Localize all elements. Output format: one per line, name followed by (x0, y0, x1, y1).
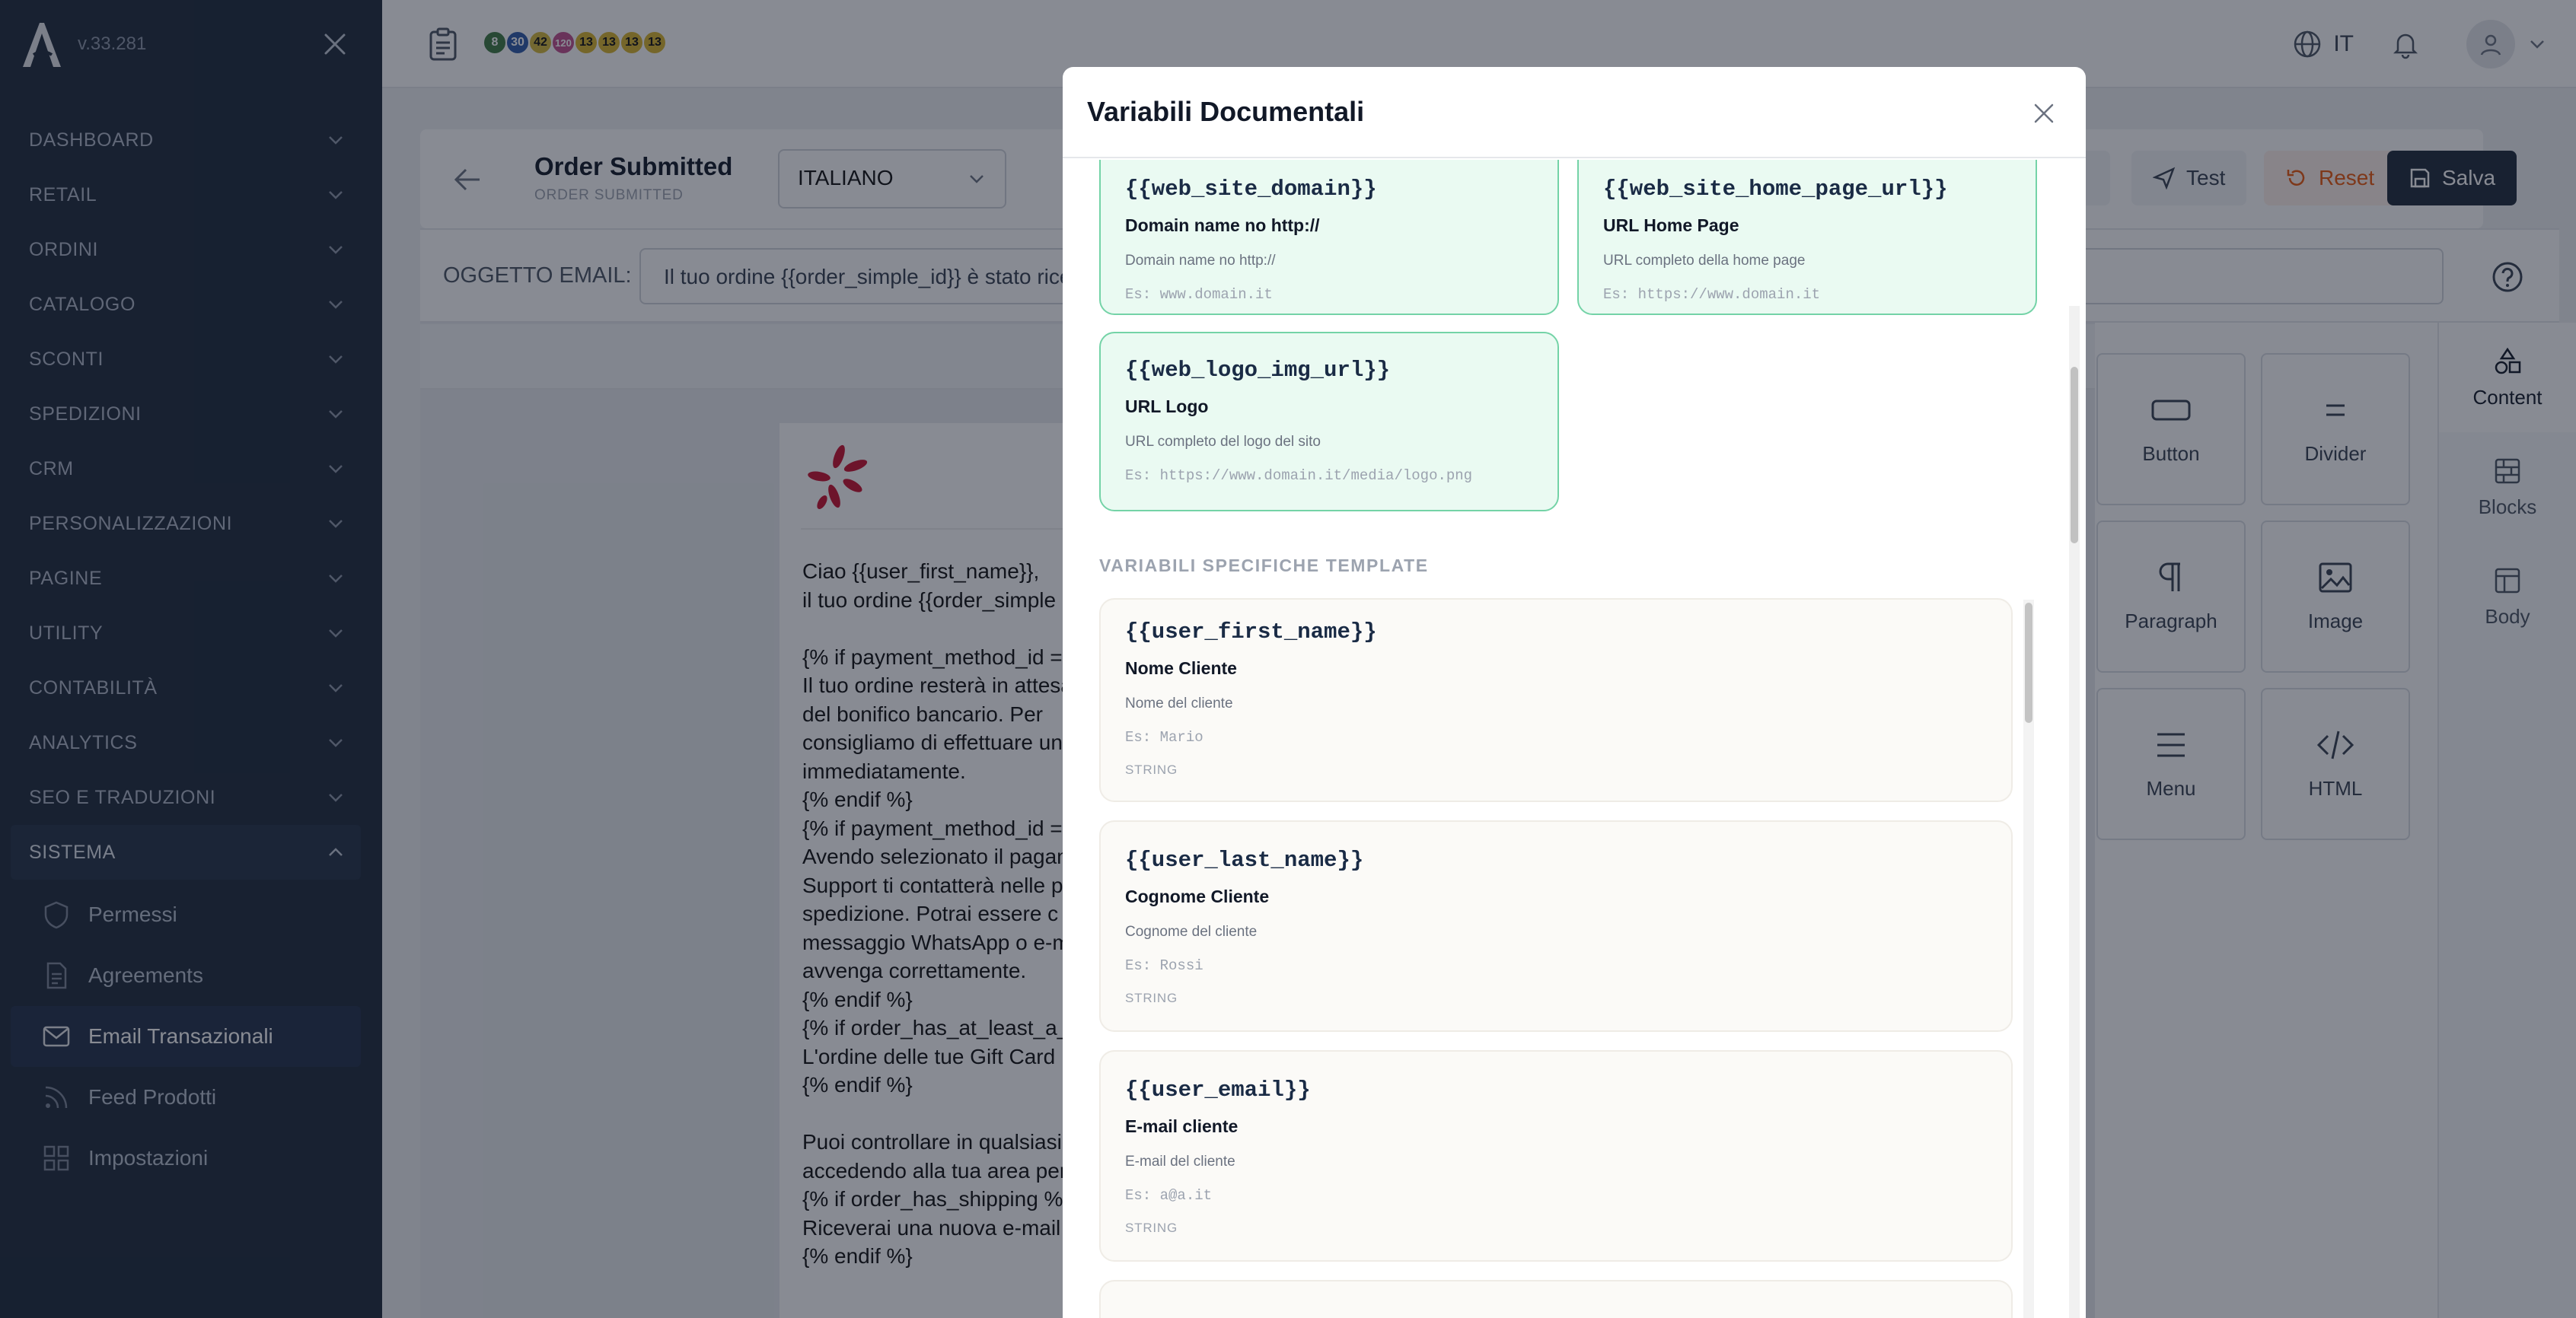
variable-description: Domain name no http:// (1125, 253, 1276, 269)
variable-example: Es: https://www.domain.it (1603, 286, 1821, 303)
variable-card[interactable]: {{web_site_home_page_url}} URL Home Page… (1577, 160, 2037, 315)
close-icon[interactable] (2032, 102, 2055, 125)
variable-name: Cognome Cliente (1125, 887, 1270, 906)
variable-name: Nome Cliente (1125, 658, 1237, 678)
variable-code[interactable]: {{user_email}} (1125, 1078, 1987, 1103)
variable-description: Nome del cliente (1125, 696, 1233, 712)
variable-example: Es: Mario (1125, 729, 1204, 746)
variable-code[interactable]: {{web_logo_img_url}} (1125, 358, 1533, 383)
variable-type: STRING (1125, 1221, 1178, 1235)
variable-description: E-mail del cliente (1125, 1154, 1235, 1170)
document-variables-modal: Variabili Documentali {{web_site_domain}… (1063, 67, 2086, 1318)
variable-example: Es: a@a.it (1125, 1187, 1213, 1204)
variable-name: E-mail cliente (1125, 1116, 1239, 1136)
section-label: VARIABILI SPECIFICHE TEMPLATE (1099, 556, 1429, 575)
variable-description: URL completo del logo del sito (1125, 434, 1321, 450)
variable-card[interactable]: {{user_last_name}} Cognome Cliente Cogno… (1099, 820, 2013, 1032)
variable-code[interactable]: {{user_last_name}} (1125, 848, 1987, 873)
variable-example: Es: Rossi (1125, 957, 1204, 974)
variable-description: URL completo della home page (1603, 253, 1806, 269)
variable-type: STRING (1125, 991, 1178, 1005)
modal-scrollbar-thumb[interactable] (2071, 367, 2078, 543)
variable-card[interactable]: {{web_logo_img_url}} URL Logo URL comple… (1099, 332, 1559, 511)
variable-type: STRING (1125, 762, 1178, 777)
variable-example: Es: www.domain.it (1125, 286, 1273, 303)
variable-code[interactable]: {{web_site_domain}} (1125, 177, 1533, 202)
variable-card[interactable]: {{user_first_name}} Nome Cliente Nome de… (1099, 598, 2013, 802)
variable-code[interactable]: {{web_site_home_page_url}} (1603, 177, 2011, 202)
variable-description: Cognome del cliente (1125, 924, 1258, 940)
list-scrollbar-thumb[interactable] (2025, 603, 2032, 723)
variable-name: URL Logo (1125, 396, 1209, 416)
variable-card[interactable] (1099, 1280, 2013, 1318)
modal-title: Variabili Documentali (1087, 96, 1365, 127)
modal-body: {{web_site_domain}} Domain name no http:… (1063, 160, 2086, 1318)
variable-card[interactable]: {{user_email}} E-mail cliente E-mail del… (1099, 1050, 2013, 1262)
variable-code[interactable]: {{user_first_name}} (1125, 619, 1987, 645)
variable-card[interactable]: {{web_site_domain}} Domain name no http:… (1099, 160, 1559, 315)
variable-name: URL Home Page (1603, 215, 1739, 235)
variable-example: Es: https://www.domain.it/media/logo.png (1125, 467, 1473, 484)
modal-header: Variabili Documentali (1063, 67, 2086, 158)
variable-name: Domain name no http:// (1125, 215, 1320, 235)
